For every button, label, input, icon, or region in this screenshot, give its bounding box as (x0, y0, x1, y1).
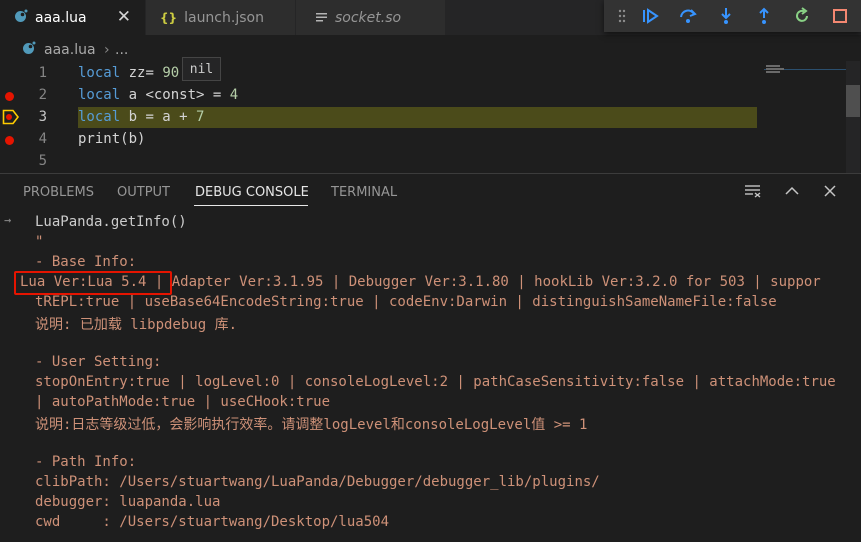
continue-icon[interactable] (638, 4, 662, 28)
keyword: local (78, 109, 121, 125)
debug-console[interactable]: → LuaPanda.getInfo() " - Base Info: Lua … (0, 210, 861, 542)
breadcrumb-file[interactable]: aaa.lua (44, 42, 96, 58)
console-output-line: | autoPathMode:true | useCHook:true (35, 394, 331, 410)
tab-problems[interactable]: PROBLEMS (23, 185, 94, 200)
debug-toolbar (604, 0, 861, 32)
scrollbar-track[interactable] (846, 61, 860, 173)
console-input-line: LuaPanda.getInfo() (35, 214, 187, 230)
code-text: zz= (120, 65, 163, 81)
console-output-line: " (35, 234, 44, 250)
paused-breakpoint-icon[interactable] (2, 109, 20, 129)
clear-console-icon[interactable] (742, 180, 764, 202)
chevron-right-icon: › (104, 42, 110, 58)
hover-tooltip: nil (182, 57, 221, 81)
restart-icon[interactable] (790, 4, 814, 28)
close-icon[interactable]: ✕ (117, 7, 131, 27)
code-text: a <const> = (120, 87, 230, 103)
keyword: local (78, 87, 121, 103)
tab-terminal[interactable]: TERMINAL (331, 185, 397, 200)
line-number: 1 (38, 65, 47, 81)
step-over-icon[interactable] (676, 4, 700, 28)
close-panel-icon[interactable] (819, 180, 841, 202)
tab-debug-console[interactable]: DEBUG CONSOLE (195, 185, 309, 200)
breakpoint-icon[interactable] (5, 136, 14, 145)
code-line-3: local b = a + 7 (78, 109, 204, 125)
step-out-icon[interactable] (752, 4, 776, 28)
code-text: print(b) (78, 131, 146, 147)
number-literal: 7 (196, 109, 205, 125)
chevron-up-icon[interactable] (781, 180, 803, 202)
breadcrumb: aaa.lua › ... (0, 35, 861, 61)
lua-file-icon (22, 41, 36, 59)
file-lines-icon (316, 11, 328, 25)
console-output-line: - User Setting: (35, 354, 162, 370)
console-output-line: debugger: luapanda.lua (35, 494, 221, 510)
console-output-line: tREPL:true | useBase64EncodeString:true … (35, 294, 777, 310)
code-editor[interactable]: 1 2 3 4 5 local zz= 90 local a <const> =… (0, 57, 861, 173)
code-line-1: local zz= 90 (78, 65, 179, 81)
minimap[interactable] (764, 61, 846, 173)
breadcrumb-more[interactable]: ... (115, 42, 128, 58)
active-tab-indicator (194, 205, 308, 206)
input-arrow-icon: → (4, 213, 12, 227)
scrollbar-thumb[interactable] (846, 85, 860, 117)
console-output-line: cwd : /Users/stuartwang/Desktop/lua504 (35, 514, 390, 530)
tab-label: aaa.lua (35, 9, 87, 26)
line-number: 5 (38, 153, 47, 169)
console-output-line: 说明: 已加载 libpdebug 库. (35, 317, 238, 333)
console-output-line: 说明:日志等级过低，会影响执行效率。请调整logLevel和consoleLog… (35, 417, 588, 433)
number-literal: 4 (229, 87, 239, 103)
console-output-line: stopOnEntry:true | logLevel:0 | consoleL… (35, 374, 836, 390)
code-line-4: print(b) (78, 131, 145, 147)
code-text: b = a + (120, 109, 197, 125)
lua-file-icon (14, 9, 28, 26)
breakpoint-icon[interactable] (5, 92, 14, 101)
tab-aaa-lua[interactable]: aaa.lua ✕ (0, 0, 145, 35)
json-file-icon: {} (160, 10, 178, 25)
code-line-2: local a <const> = 4 (78, 87, 238, 103)
drag-handle-icon[interactable] (610, 4, 634, 28)
keyword: local (78, 65, 121, 81)
tab-label: socket.so (335, 9, 402, 26)
tab-socket-so[interactable]: socket.so (295, 0, 445, 35)
highlight-annotation-box (14, 271, 172, 295)
console-output-line: - Path Info: (35, 454, 137, 470)
tab-label: launch.json (184, 9, 264, 26)
step-into-icon[interactable] (714, 4, 738, 28)
tab-launch-json[interactable]: {} launch.json (145, 0, 295, 35)
number-literal: 90 (162, 65, 180, 81)
panel-header: PROBLEMS OUTPUT DEBUG CONSOLE TERMINAL (0, 174, 861, 210)
tab-output[interactable]: OUTPUT (117, 185, 170, 200)
console-output-line: clibPath: /Users/stuartwang/LuaPanda/Deb… (35, 474, 600, 490)
console-output-line: - Base Info: (35, 254, 137, 270)
stop-icon[interactable] (828, 4, 852, 28)
